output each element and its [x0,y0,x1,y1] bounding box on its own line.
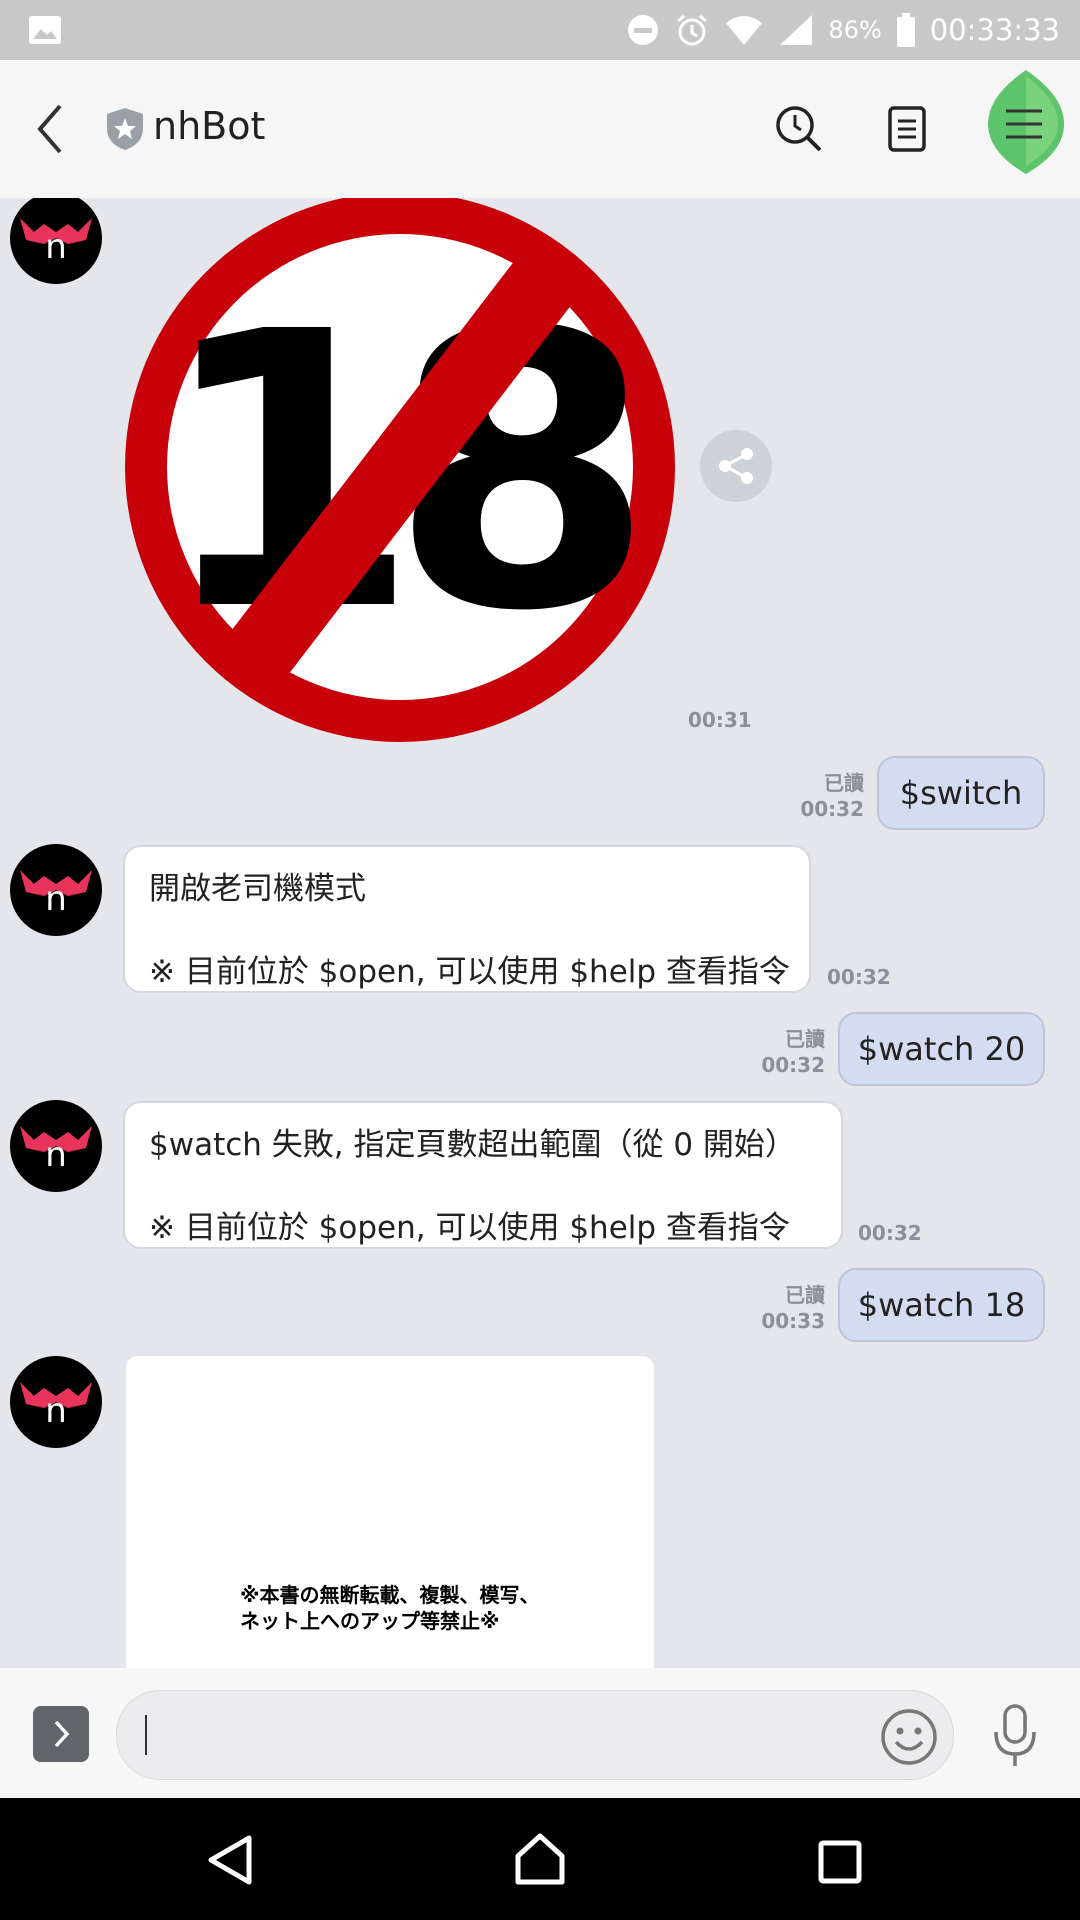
message-time: 00:32 [827,965,891,989]
image-text-line: ネット上へのアップ等禁止※ [240,1609,500,1633]
status-bar: 86% 00:33:33 [0,0,1080,60]
read-label: 已讀 [785,1283,825,1307]
expand-chevron-icon[interactable] [33,1706,89,1762]
menu-icon[interactable] [984,66,1068,184]
read-label: 已讀 [824,771,864,795]
official-shield-icon [107,108,143,150]
read-receipt: 已讀 00:32 [796,770,864,822]
battery-icon [896,13,915,47]
message-input[interactable] [116,1690,954,1780]
svg-text:n: n [45,1391,67,1431]
outgoing-message-bubble[interactable]: $switch [877,756,1045,830]
message-time: 00:32 [800,797,864,821]
message-time: 00:31 [688,708,752,732]
no-18-sticker-image[interactable]: 18 [125,198,675,742]
input-bar [0,1668,1080,1798]
image-caption-text: ※本書の無断転載、複製、模写、 ネット上へのアップ等禁止※ [240,1582,539,1634]
read-receipt: 已讀 00:33 [757,1282,825,1334]
back-icon[interactable] [30,100,74,158]
nav-home-icon[interactable] [514,1832,566,1886]
outgoing-message-bubble[interactable]: $watch 20 [838,1012,1045,1086]
microphone-icon[interactable] [990,1702,1040,1770]
outgoing-message-bubble[interactable]: $watch 18 [838,1268,1045,1342]
share-icon[interactable] [700,430,772,502]
chat-title[interactable]: nhBot [153,104,265,148]
notes-icon[interactable] [882,104,932,154]
text-caret [145,1715,147,1755]
chat-header: nhBot [0,60,1080,198]
wifi-icon [726,16,763,45]
svg-text:n: n [45,879,67,919]
status-time: 00:33:33 [929,13,1060,47]
incoming-message-bubble[interactable]: $watch 失敗, 指定頁數超出範圍（從 0 開始） ※ 目前位於 $open… [123,1101,843,1249]
chat-area[interactable]: n 18 00:31 已讀 00:32 $switch n 開啟老司機模式 ※ … [0,198,1080,1668]
read-receipt: 已讀 00:32 [757,1026,825,1078]
message-time: 00:32 [858,1221,922,1245]
message-line: ※ 目前位於 $open, 可以使用 $help 查看指令 [149,1210,790,1246]
system-navigation-bar [0,1798,1080,1920]
signal-icon [780,15,813,45]
search-icon[interactable] [774,104,824,154]
message-line: ※ 目前位於 $open, 可以使用 $help 查看指令 [149,954,790,990]
incoming-image-message[interactable]: ※本書の無断転載、複製、模写、 ネット上へのアップ等禁止※ [126,1356,654,1668]
read-label: 已讀 [785,1027,825,1051]
battery-percent: 86% [828,16,882,44]
gallery-icon [29,16,61,44]
svg-text:n: n [45,1135,67,1175]
bot-avatar[interactable]: n [10,1100,102,1192]
nav-recents-icon[interactable] [818,1840,862,1884]
message-line: $watch 失敗, 指定頁數超出範圍（從 0 開始） [149,1127,796,1163]
message-time: 00:32 [761,1053,825,1077]
image-text-line: ※本書の無断転載、複製、模写、 [240,1583,540,1607]
bot-avatar[interactable]: n [10,198,102,284]
message-time: 00:33 [761,1309,825,1333]
incoming-message-bubble[interactable]: 開啟老司機模式 ※ 目前位於 $open, 可以使用 $help 查看指令 [123,845,811,993]
svg-text:n: n [45,227,67,267]
bot-avatar[interactable]: n [10,844,102,936]
bot-avatar[interactable]: n [10,1356,102,1448]
nav-back-icon[interactable] [205,1834,255,1886]
message-line: 開啟老司機模式 [149,871,366,907]
dnd-icon [628,15,659,45]
alarm-icon [677,14,708,46]
emoji-icon[interactable] [880,1708,938,1766]
